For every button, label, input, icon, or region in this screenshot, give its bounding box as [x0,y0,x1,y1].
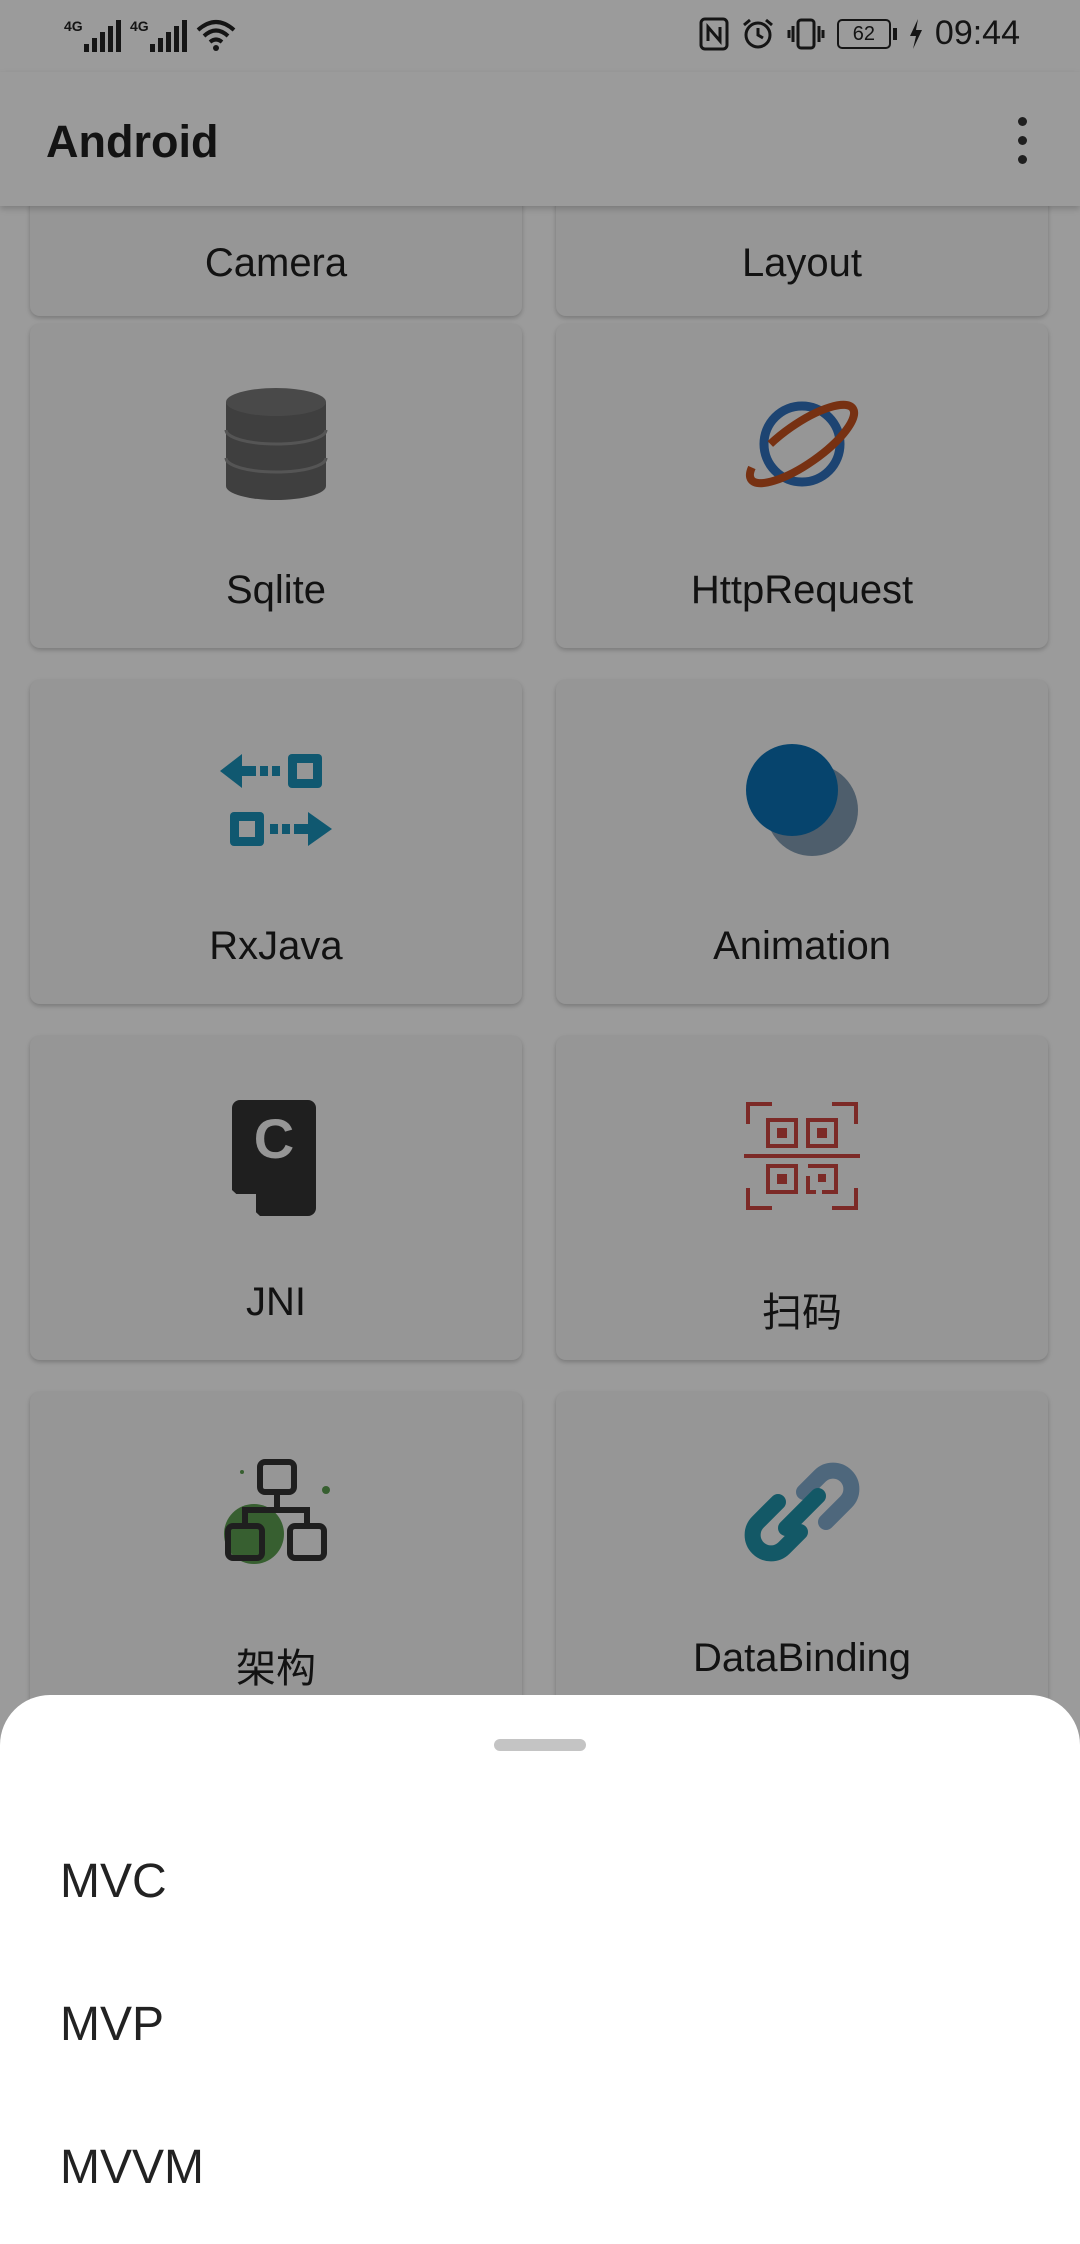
sheet-item-mvp[interactable]: MVP [0,1957,1080,2100]
drag-handle[interactable] [494,1739,586,1751]
sheet-item-label: MVP [60,1998,165,2051]
sheet-item-label: MVVM [60,2141,204,2194]
sheet-item-mvc[interactable]: MVC [0,1814,1080,1957]
bottom-sheet: MVC MVP MVVM [0,1695,1080,2244]
sheet-item-label: MVC [60,1855,167,1908]
sheet-item-mvvm[interactable]: MVVM [0,2100,1080,2243]
